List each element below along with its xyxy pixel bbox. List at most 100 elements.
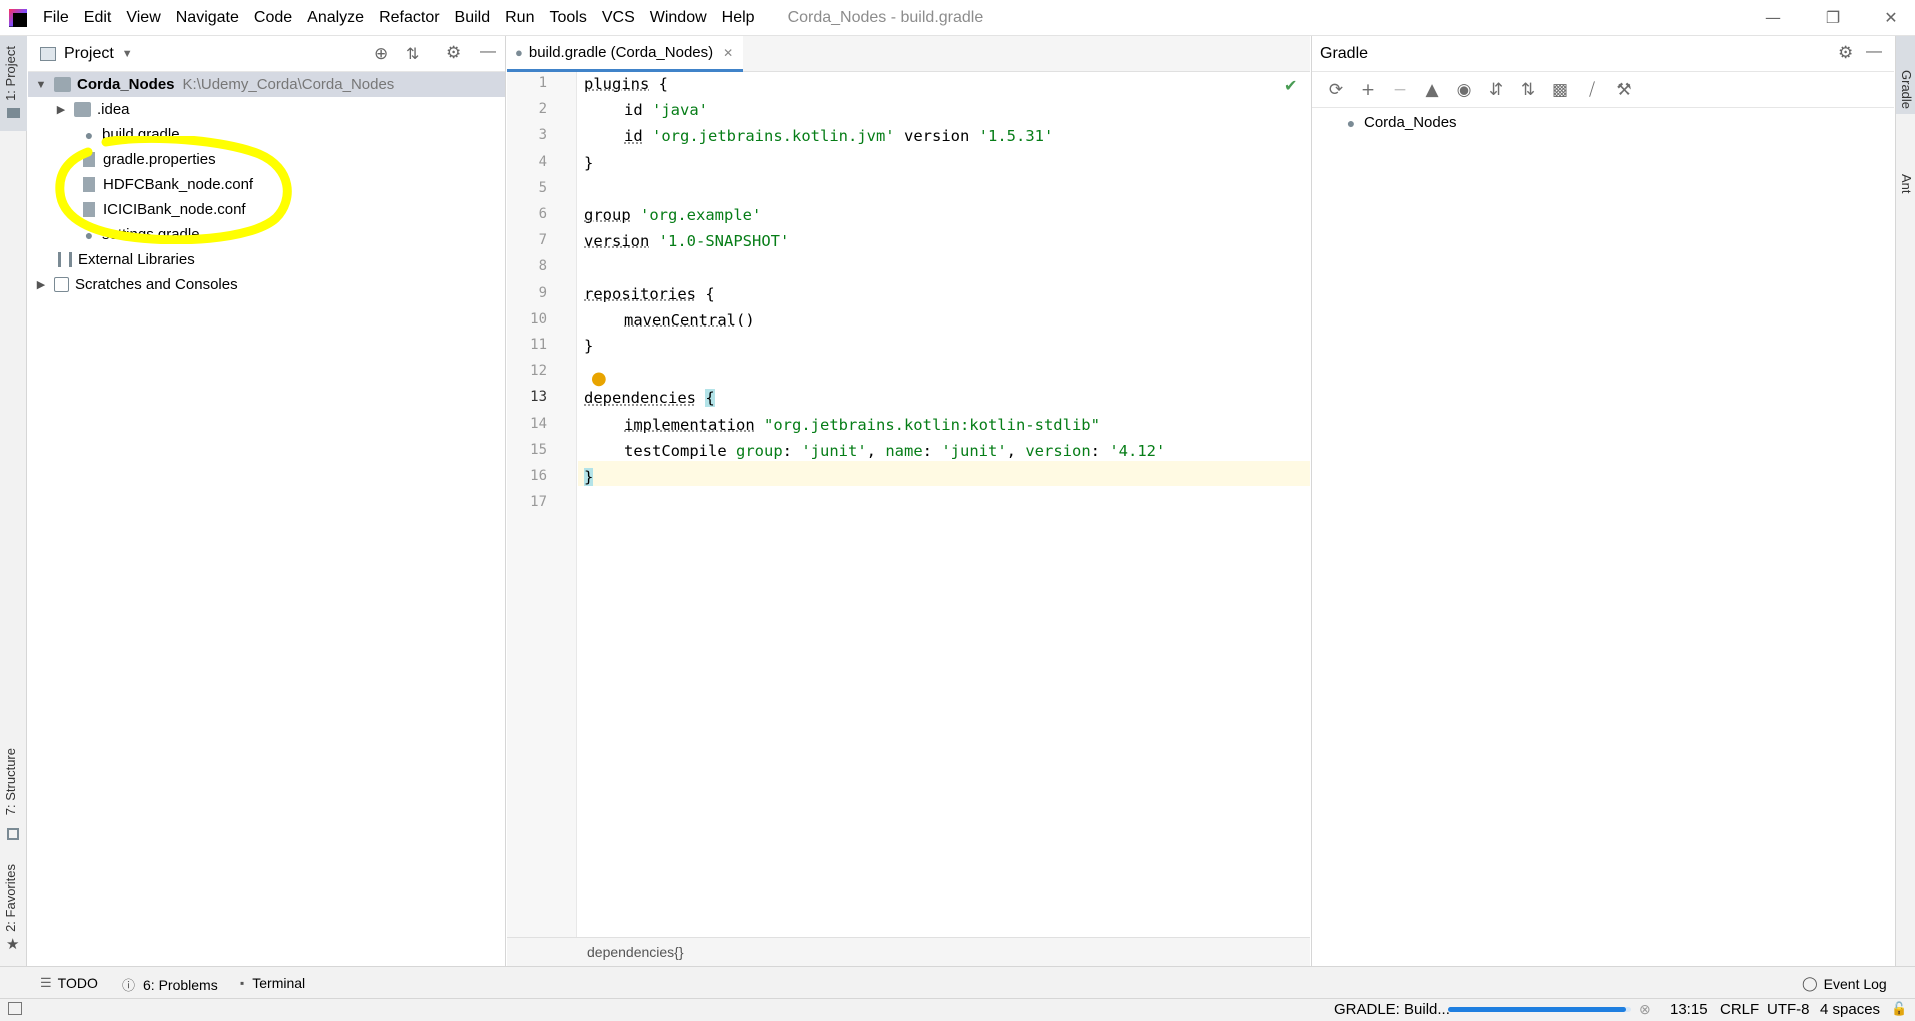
gear-icon[interactable]: ⚙ [1838, 43, 1853, 63]
execute-task-icon[interactable]: ▲ [1416, 80, 1448, 100]
code-punctuation: { [695, 284, 715, 303]
collapse-arrow-icon[interactable]: ▶ [54, 103, 68, 116]
status-bar: GRADLE: Build... ⊗ 13:15 CRLF UTF-8 4 sp… [0, 998, 1915, 1021]
gradle-elephant-icon: ● [1346, 114, 1356, 131]
project-view-label[interactable]: Project [64, 45, 114, 63]
terminal-tab[interactable]: ▪ Terminal [240, 975, 305, 991]
line-number: 11 [530, 337, 547, 353]
matched-brace: { [705, 389, 715, 408]
menu-run[interactable]: Run [505, 9, 534, 27]
line-separator[interactable]: CRLF [1720, 1001, 1759, 1018]
lightbulb-icon[interactable]: ● [591, 368, 607, 389]
remove-icon[interactable]: − [1384, 80, 1416, 100]
expand-arrow-icon[interactable]: ▼ [34, 79, 48, 91]
menu-window[interactable]: Window [650, 9, 707, 27]
toggle-offline-icon[interactable]: ◉ [1448, 80, 1480, 100]
gradle-panel-header: Gradle ⚙ — [1312, 36, 1894, 72]
show-dependencies-icon[interactable]: ⧸ [1576, 80, 1608, 100]
editor-gutter: 1 2 3 4 5 6 7 8 9 10 11 12 13 14 15 16 17 [507, 72, 577, 937]
group-modules-icon[interactable]: ▩ [1544, 80, 1576, 100]
tree-item-label: .idea [97, 101, 130, 118]
line-number: 10 [530, 310, 547, 327]
code-line: plugins { [584, 75, 668, 93]
tool-tab-project[interactable]: 1: Project [3, 46, 18, 101]
code-string: 'junit' [941, 441, 1007, 460]
file-encoding[interactable]: UTF-8 [1767, 1001, 1810, 1018]
gradle-project-row[interactable]: ● Corda_Nodes [1342, 110, 1457, 135]
code-string: 'java' [652, 101, 709, 120]
code-punctuation: { [649, 75, 668, 93]
collapse-arrow-icon[interactable]: ▶ [34, 278, 48, 291]
project-panel-header: Project ▼ ⊕ ⇅ ⚙ — [28, 36, 505, 72]
cancel-task-icon[interactable]: ⊗ [1639, 1001, 1651, 1018]
menu-refactor[interactable]: Refactor [379, 9, 439, 27]
favorites-star-icon: ★ [6, 935, 20, 953]
close-tab-icon[interactable]: ✕ [723, 46, 733, 60]
hide-panel-icon[interactable]: — [1866, 43, 1882, 61]
todo-list-icon: ☰ [40, 975, 52, 990]
tree-item-idea[interactable]: ▶ .idea [54, 97, 130, 122]
tool-tab-gradle[interactable]: Gradle [1899, 70, 1914, 109]
event-log-tab[interactable]: ◯ Event Log [1802, 975, 1887, 992]
toggle-tool-windows-icon[interactable] [8, 1002, 22, 1015]
root-project-path: K:\Udemy_Corda\Corda_Nodes [182, 76, 395, 93]
restore-icon[interactable]: ❐ [1818, 6, 1848, 30]
tree-root-row[interactable]: ▼ Corda_Nodes K:\Udemy_Corda\Corda_Nodes [28, 72, 505, 97]
editor-tab-bar: ● build.gradle (Corda_Nodes) ✕ [507, 36, 1310, 72]
menu-edit[interactable]: Edit [84, 9, 112, 27]
menu-code[interactable]: Code [254, 9, 292, 27]
menu-analyze[interactable]: Analyze [307, 9, 364, 27]
menu-vcs[interactable]: VCS [602, 9, 635, 27]
collapse-all-icon[interactable]: ⇅ [1512, 80, 1544, 100]
tool-tab-ant[interactable]: Ant [1899, 174, 1914, 194]
background-task-label[interactable]: GRADLE: Build... [1334, 1001, 1450, 1018]
code-string: 'org.jetbrains.kotlin.jvm' [652, 127, 895, 146]
code-line: } [584, 468, 594, 486]
code-punctuation: } [584, 468, 594, 486]
code-keyword: plugins [584, 75, 650, 93]
gear-icon[interactable]: ⚙ [446, 43, 461, 63]
code-line: id 'org.jetbrains.kotlin.jvm' version '1… [624, 127, 1053, 145]
code-keyword: version [584, 232, 650, 251]
menu-file[interactable]: File [43, 9, 69, 27]
minimize-icon[interactable]: — [1758, 6, 1788, 30]
close-window-icon[interactable]: ✕ [1876, 6, 1906, 30]
todo-tab[interactable]: ☰ TODO [40, 975, 98, 991]
collapse-all-icon[interactable]: ⇅ [406, 44, 419, 64]
current-line-highlight [578, 461, 1310, 486]
menu-help[interactable]: Help [722, 9, 755, 27]
code-keyword: id [624, 101, 643, 120]
problems-tab-label: 6: Problems [143, 976, 218, 993]
line-number: 5 [538, 179, 547, 196]
editor-tab-build-gradle[interactable]: ● build.gradle (Corda_Nodes) ✕ [507, 36, 744, 72]
gradle-elephant-icon: ● [515, 45, 523, 60]
chevron-down-icon[interactable]: ▼ [122, 48, 133, 60]
tree-item-scratches[interactable]: ▶ Scratches and Consoles [34, 272, 238, 297]
code-param: version [1025, 441, 1091, 460]
code-line: repositories { [584, 285, 715, 303]
locate-target-icon[interactable]: ⊕ [374, 44, 388, 64]
inspection-ok-checkmark-icon[interactable]: ✔ [1284, 76, 1297, 95]
expand-all-icon[interactable]: ⇵ [1480, 80, 1512, 100]
indent-setting[interactable]: 4 spaces [1820, 1001, 1880, 1018]
code-editor[interactable]: plugins { id 'java' id 'org.jetbrains.kotl… [578, 72, 1310, 937]
code-line: mavenCentral() [624, 311, 755, 329]
tool-tab-favorites[interactable]: 2: Favorites [3, 864, 18, 932]
code-param: name [885, 441, 923, 460]
reload-icon[interactable]: ⟳ [1320, 80, 1352, 100]
breadcrumb[interactable]: dependencies{} [587, 944, 684, 960]
wrench-icon[interactable]: ⚒ [1608, 80, 1640, 100]
code-line: dependencies { [584, 389, 715, 408]
menu-tools[interactable]: Tools [549, 9, 586, 27]
problems-tab[interactable]: ⓘ 6: Problems [122, 975, 218, 994]
tool-tab-structure[interactable]: 7: Structure [3, 748, 18, 815]
add-icon[interactable]: + [1352, 80, 1384, 100]
tree-item-external-libraries[interactable]: External Libraries [58, 247, 195, 272]
lock-icon[interactable]: 🔓 [1891, 1001, 1907, 1017]
hide-panel-icon[interactable]: — [480, 43, 496, 61]
menu-view[interactable]: View [126, 9, 160, 27]
menu-build[interactable]: Build [455, 9, 491, 27]
caret-position[interactable]: 13:15 [1670, 1001, 1708, 1018]
menu-navigate[interactable]: Navigate [176, 9, 239, 27]
project-folder-icon [7, 108, 20, 118]
